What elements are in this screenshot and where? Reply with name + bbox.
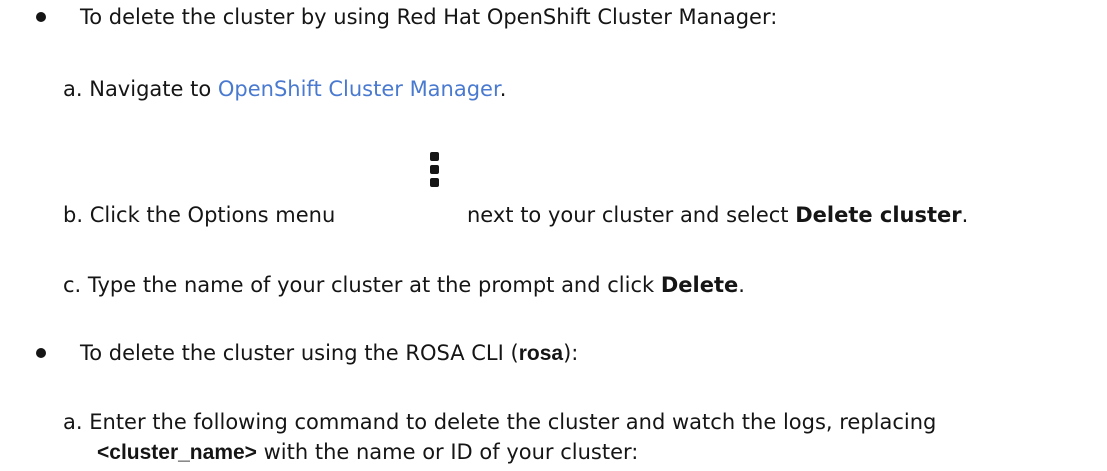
- console-step-b: b. Click the Options menu: [63, 200, 335, 230]
- openshift-cluster-manager-link[interactable]: OpenShift Cluster Manager: [218, 77, 500, 101]
- console-intro-text: To delete the cluster by using Red Hat O…: [80, 5, 778, 29]
- rosa-command: rosa: [518, 342, 564, 365]
- cli-intro-end: ):: [563, 341, 579, 365]
- cli-step-a: a. Enter the following command to delete…: [63, 407, 936, 437]
- cluster-name-placeholder: <cluster_name>: [97, 441, 257, 464]
- step-marker: b.: [63, 203, 84, 227]
- step-c-period: .: [738, 273, 745, 297]
- step-b-period: .: [961, 203, 969, 227]
- cli-step-a-rest: with the name or ID of your cluster:: [256, 440, 639, 464]
- kebab-menu-icon: [427, 152, 441, 204]
- delete-label: Delete: [660, 273, 739, 297]
- cli-step-a-text: Enter the following command to delete th…: [89, 410, 937, 434]
- bullet-icon: [36, 348, 46, 358]
- cli-step-a-continued: <cluster_name> with the name or ID of yo…: [97, 437, 638, 468]
- cli-intro: To delete the cluster using the ROSA CLI…: [80, 338, 578, 369]
- step-c-text: Type the name of your cluster at the pro…: [87, 273, 661, 297]
- console-step-a: a. Navigate to OpenShift Cluster Manager…: [63, 74, 506, 104]
- step-b-text: Click the Options menu: [89, 203, 336, 227]
- step-marker: a.: [63, 77, 83, 101]
- step-a-period: .: [499, 77, 507, 101]
- console-intro: To delete the cluster by using Red Hat O…: [80, 2, 777, 32]
- step-b-middle: next to your cluster and select: [467, 203, 796, 227]
- step-marker: a.: [63, 410, 83, 434]
- console-step-c: c. Type the name of your cluster at the …: [63, 270, 745, 300]
- bullet-icon: [36, 12, 46, 22]
- console-step-b-continued: next to your cluster and select Delete c…: [467, 200, 968, 230]
- step-a-text: Navigate to: [89, 77, 218, 101]
- cli-intro-text: To delete the cluster using the ROSA CLI…: [80, 341, 519, 365]
- step-marker: c.: [63, 273, 82, 297]
- delete-cluster-label: Delete cluster: [795, 203, 962, 227]
